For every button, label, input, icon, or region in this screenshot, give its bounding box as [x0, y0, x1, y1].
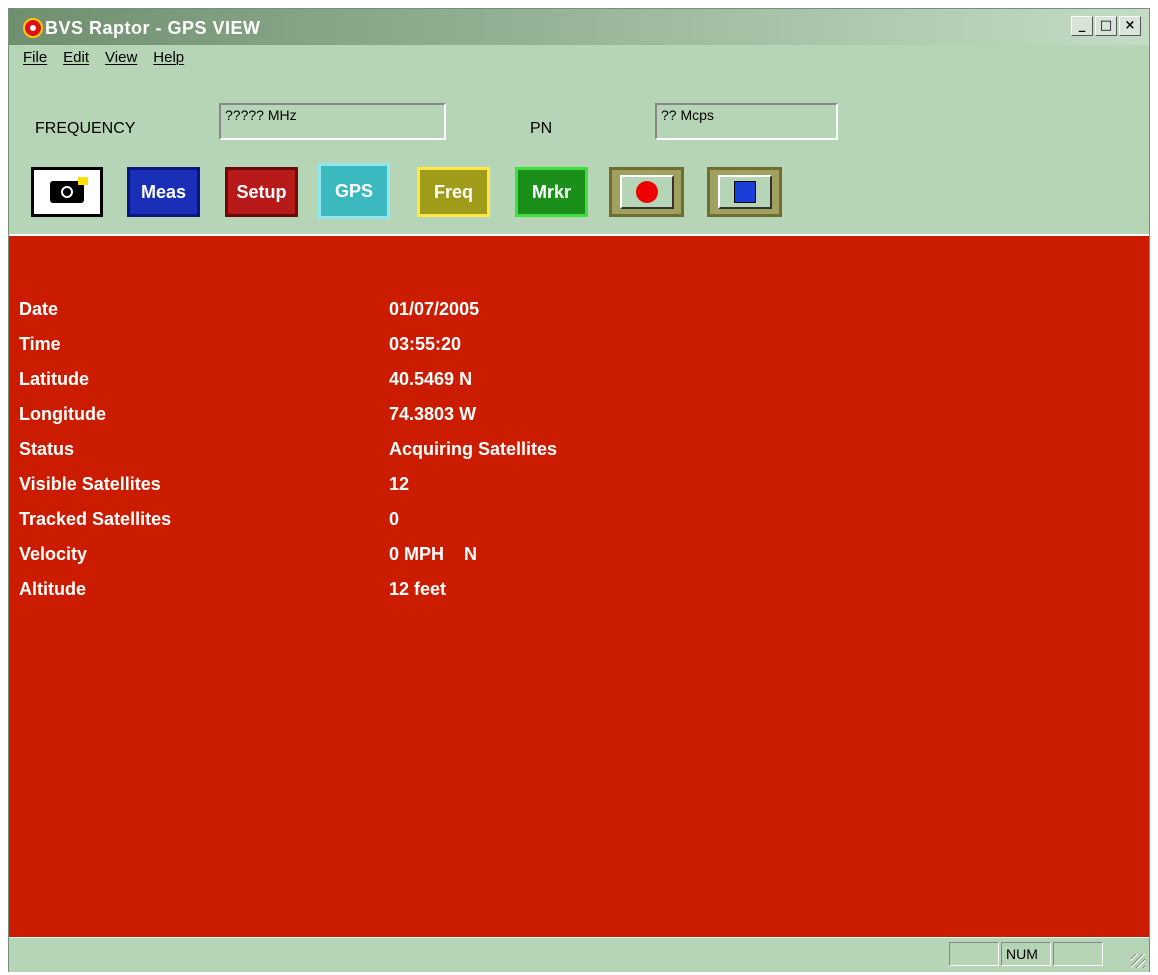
- gps-row-longitude: Longitude 74.3803 W: [19, 404, 476, 425]
- menu-edit[interactable]: Edit: [63, 49, 89, 73]
- close-button[interactable]: ×: [1119, 16, 1141, 36]
- gps-row-time: Time 03:55:20: [19, 334, 461, 355]
- window-controls: _ □ ×: [1071, 16, 1141, 36]
- gps-value: 74.3803 W: [389, 404, 477, 424]
- gps-value: 40.5469 N: [389, 369, 473, 389]
- title-bar[interactable]: BVS Raptor - GPS VIEW _ □ ×: [9, 9, 1149, 45]
- gps-row-visible-satellites: Visible Satellites 12: [19, 474, 409, 495]
- maximize-button[interactable]: □: [1095, 16, 1117, 36]
- main-window: BVS Raptor - GPS VIEW _ □ × File Edit Vi…: [8, 8, 1150, 972]
- gps-row-latitude: Latitude 40.5469 N: [19, 369, 472, 390]
- gps-label: Date: [19, 299, 59, 319]
- gps-panel: Date 01/07/2005 Time 03:55:20 Latitude 40.5…: [9, 234, 1149, 937]
- gps-label: Latitude: [19, 369, 89, 389]
- stop-icon: [733, 181, 756, 203]
- gps-row-tracked-satellites: Tracked Satellites 0: [19, 509, 399, 530]
- freq-button[interactable]: Freq: [417, 167, 490, 217]
- window-title: BVS Raptor - GPS VIEW: [45, 18, 261, 38]
- pn-field[interactable]: ?? Mcps: [655, 103, 838, 140]
- gps-value: 0: [389, 509, 400, 529]
- gps-label: Time: [19, 334, 61, 354]
- gps-row-altitude: Altitude 12 feet: [19, 579, 446, 600]
- frequency-label: FREQUENCY: [35, 120, 136, 137]
- gps-label: Velocity: [19, 544, 88, 564]
- gps-label: Status: [19, 439, 75, 459]
- gps-row-date: Date 01/07/2005: [19, 299, 479, 320]
- gps-value: 01/07/2005: [389, 299, 480, 319]
- stop-button-face: [717, 175, 772, 209]
- gps-value: 12 feet: [389, 579, 447, 599]
- gps-value: Acquiring Satellites: [389, 439, 558, 459]
- menu-file[interactable]: File: [23, 49, 47, 73]
- status-bar: NUM: [9, 937, 1149, 972]
- stop-button[interactable]: [707, 167, 782, 217]
- toolbar: Meas Setup GPS Freq Mrkr: [9, 157, 1149, 227]
- gps-row-status: Status Acquiring Satellites: [19, 439, 557, 460]
- gps-label: Altitude: [19, 579, 86, 599]
- record-button[interactable]: [609, 167, 684, 217]
- setup-button[interactable]: Setup: [225, 167, 298, 217]
- menu-bar: File Edit View Help: [9, 49, 184, 73]
- gps-value: 03:55:20: [389, 334, 462, 354]
- record-icon: [635, 181, 658, 203]
- resize-grip[interactable]: [1131, 954, 1145, 968]
- camera-button[interactable]: [31, 167, 103, 217]
- mrkr-button[interactable]: Mrkr: [515, 167, 588, 217]
- camera-icon: [50, 177, 88, 203]
- gps-label: Longitude: [19, 404, 106, 424]
- frequency-field[interactable]: ????? MHz: [219, 103, 446, 140]
- status-cell-empty-2: [1053, 942, 1103, 966]
- gps-row-velocity: Velocity 0 MPH N: [19, 544, 477, 565]
- record-button-face: [619, 175, 674, 209]
- menu-help[interactable]: Help: [153, 49, 184, 73]
- gps-value: 12: [389, 474, 410, 494]
- gps-button[interactable]: GPS: [318, 163, 390, 219]
- status-cell-empty: [949, 942, 999, 966]
- gps-label: Visible Satellites: [19, 474, 161, 494]
- status-num: NUM: [1001, 942, 1051, 966]
- gps-label: Tracked Satellites: [19, 509, 172, 529]
- minimize-button[interactable]: _: [1071, 16, 1093, 36]
- meas-button[interactable]: Meas: [127, 167, 200, 217]
- menu-view[interactable]: View: [105, 49, 137, 73]
- gps-value: 0 MPH N: [389, 544, 478, 564]
- pn-label: PN: [530, 120, 553, 137]
- frequency-bar: FREQUENCY ????? MHz PN ?? Mcps: [9, 97, 1149, 147]
- app-icon[interactable]: [23, 18, 43, 38]
